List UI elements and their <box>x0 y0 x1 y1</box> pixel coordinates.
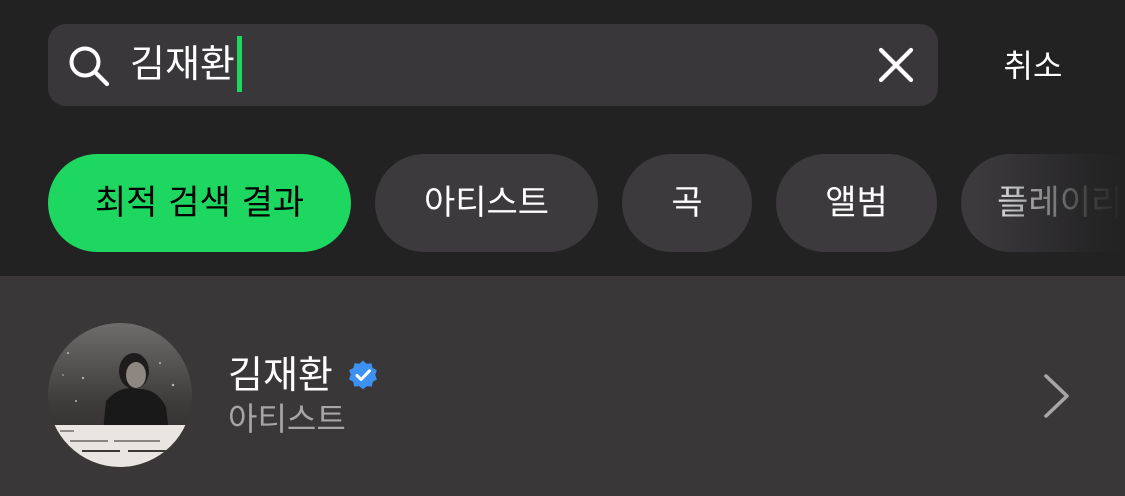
artist-avatar <box>48 323 192 467</box>
filter-chip-albums[interactable]: 앨범 <box>776 154 937 252</box>
filter-chip-artists[interactable]: 아티스트 <box>375 154 598 252</box>
text-cursor <box>236 35 242 92</box>
filter-chip-songs[interactable]: 곡 <box>622 154 752 252</box>
result-row-artist[interactable]: 김재환 아티스트 <box>0 276 1125 496</box>
close-icon <box>878 47 914 83</box>
cancel-button[interactable]: 취소 <box>988 40 1078 92</box>
filter-chips: 최적 검색 결과 아티스트 곡 앨범 플레이리스트 <box>48 154 1125 252</box>
verified-badge-icon <box>348 360 377 390</box>
filter-chip-best-results[interactable]: 최적 검색 결과 <box>48 154 351 252</box>
search-query: 김재환 <box>130 42 235 86</box>
search-header: 김재환 취소 최적 검색 결과 아티스트 곡 앨범 플레이리스트 <box>0 0 1125 276</box>
artist-type-label: 아티스트 <box>228 400 346 438</box>
chevron-right-icon <box>1044 374 1069 418</box>
search-icon <box>69 46 110 87</box>
clear-search-button[interactable] <box>872 41 920 89</box>
search-results: 김재환 아티스트 <box>0 276 1125 496</box>
artist-photo <box>48 323 192 467</box>
artist-name: 김재환 <box>228 353 333 397</box>
artist-name-line: 김재환 <box>228 350 379 400</box>
search-input[interactable]: 김재환 <box>130 35 242 92</box>
search-field[interactable]: 김재환 <box>48 24 938 106</box>
filter-chip-playlists[interactable]: 플레이리스트 <box>961 154 1125 252</box>
